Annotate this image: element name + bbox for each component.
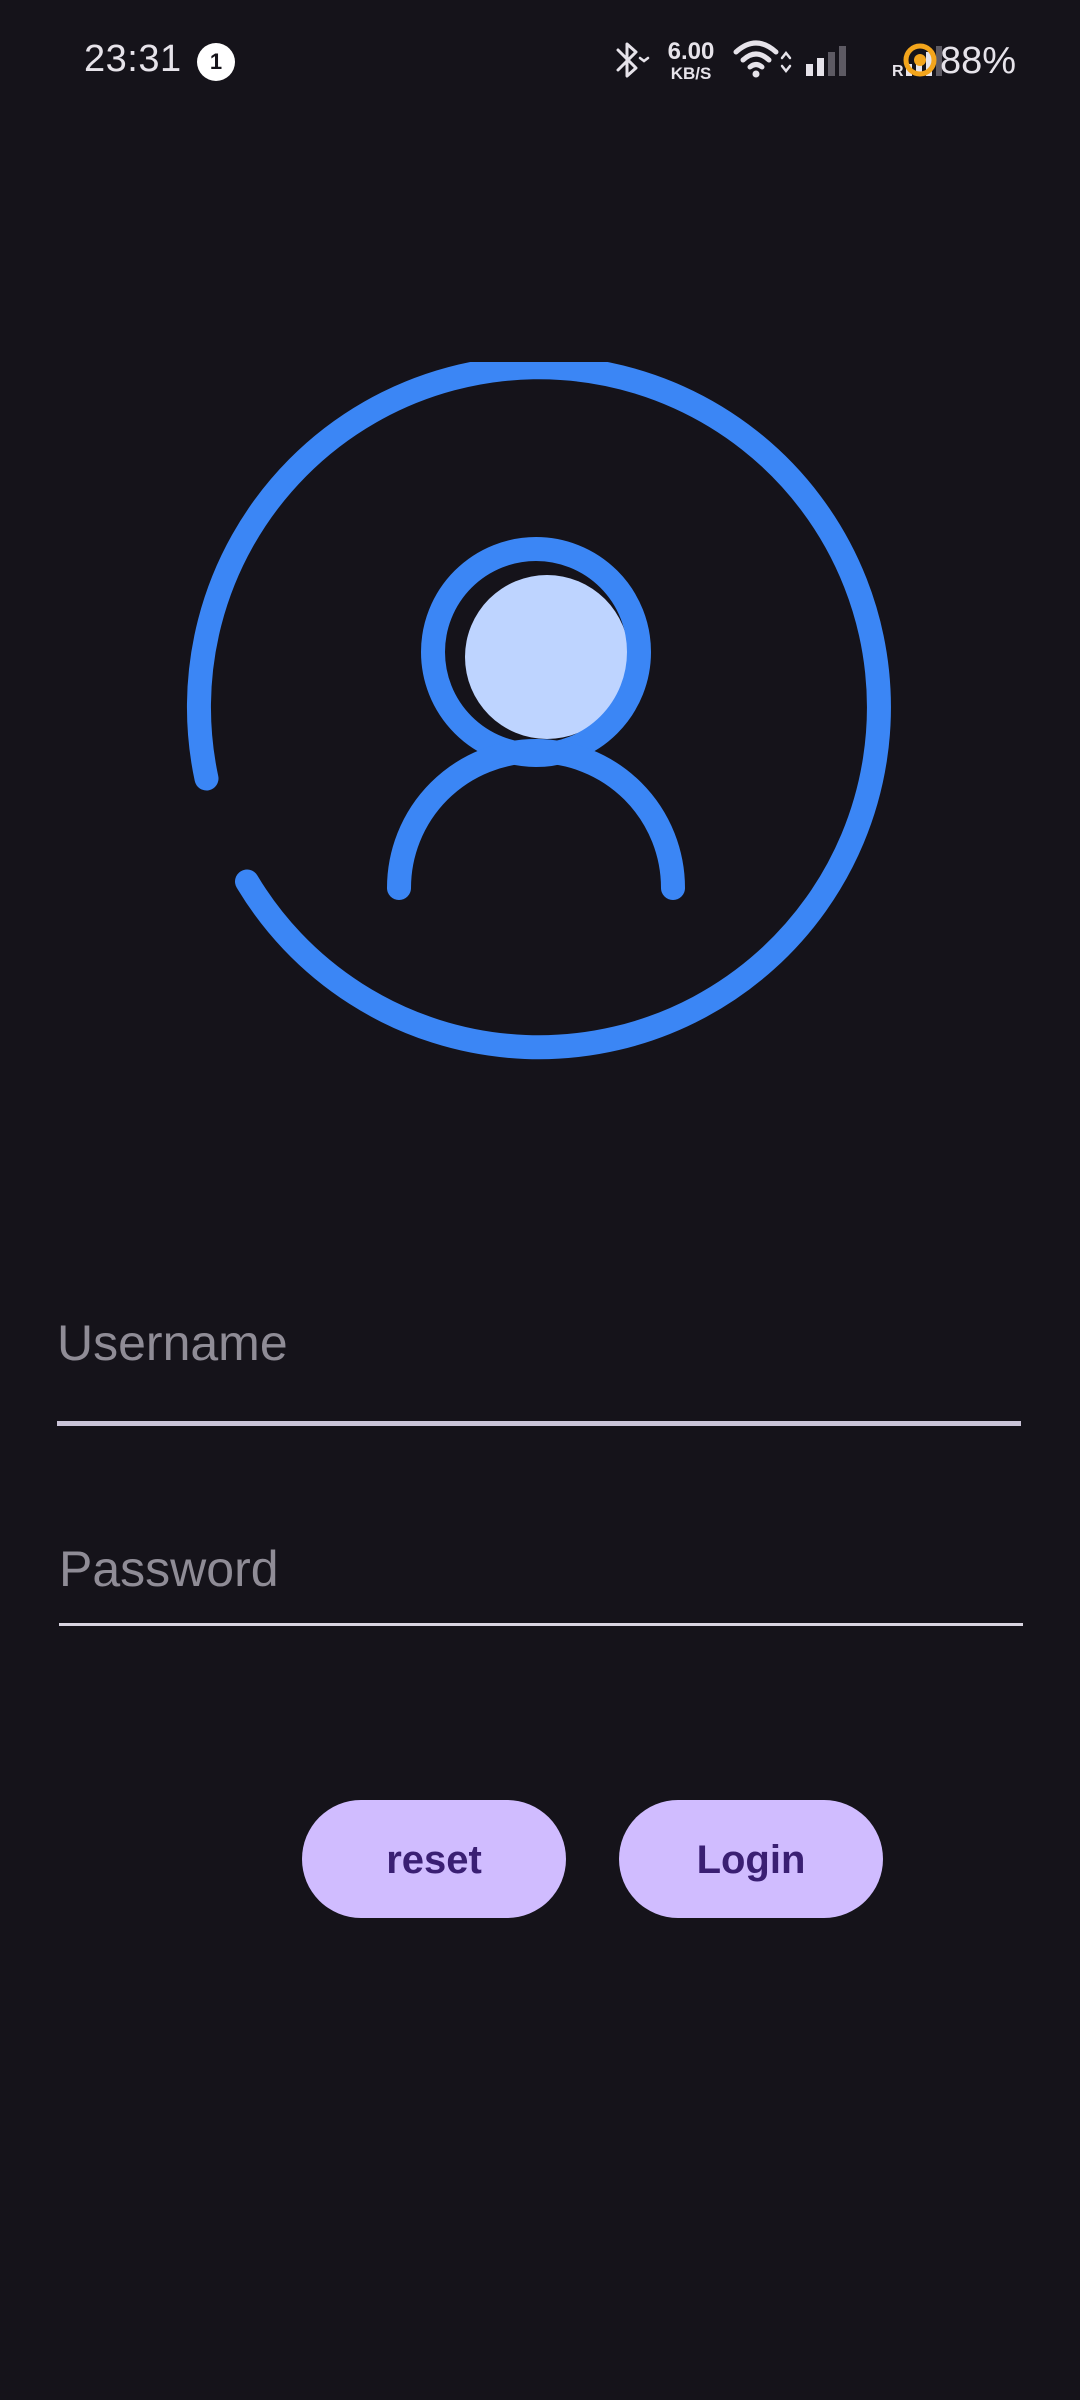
status-time: 23:31 [84, 38, 182, 80]
username-field[interactable]: Username [57, 1290, 1021, 1430]
battery-icon [900, 40, 940, 85]
wifi-icon [732, 30, 794, 95]
network-speed-value: 6.00 [667, 38, 715, 65]
password-underline [59, 1623, 1023, 1626]
battery-percentage: 88% [940, 40, 1017, 82]
user-account-icon [180, 355, 900, 1082]
login-button[interactable]: Login [619, 1800, 883, 1918]
signal-icon [802, 30, 848, 95]
username-underline [57, 1421, 1021, 1426]
reset-button[interactable]: reset [302, 1800, 566, 1918]
status-icons: 6.00 KB/S R 88% [610, 30, 1080, 90]
password-placeholder: Password [59, 1541, 279, 1597]
password-field[interactable]: Password [59, 1515, 1023, 1635]
notification-badge: 1 [197, 43, 235, 81]
login-screen: 23:31 1 6.00 KB/S R 88% Username Passwor… [0, 0, 1080, 2400]
network-speed: 6.00 KB/S [656, 38, 726, 83]
username-placeholder: Username [57, 1315, 288, 1371]
bluetooth-icon [610, 30, 650, 95]
status-bar: 23:31 1 6.00 KB/S R 88% [0, 0, 1080, 120]
network-speed-unit: KB/S [670, 64, 712, 83]
